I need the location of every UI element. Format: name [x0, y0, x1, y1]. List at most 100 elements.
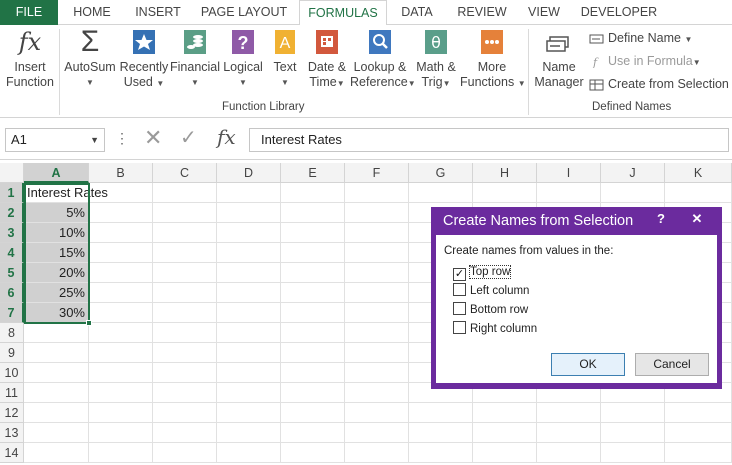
cell-d12[interactable] — [217, 403, 281, 423]
cell-b8[interactable] — [89, 323, 153, 343]
cell-a3[interactable]: 10% — [24, 223, 89, 243]
create-from-selection-button[interactable]: Create from Selection — [589, 74, 729, 94]
cell-a2[interactable]: 5% — [24, 203, 89, 223]
cell-f2[interactable] — [345, 203, 409, 223]
tab-file[interactable]: FILE — [0, 0, 58, 25]
cell-e12[interactable] — [281, 403, 345, 423]
cell-c3[interactable] — [153, 223, 217, 243]
column-header-k[interactable]: K — [665, 163, 732, 183]
cell-f7[interactable] — [345, 303, 409, 323]
cell-f10[interactable] — [345, 363, 409, 383]
cell-c4[interactable] — [153, 243, 217, 263]
cell-a6[interactable]: 25% — [24, 283, 89, 303]
cell-e7[interactable] — [281, 303, 345, 323]
cell-e5[interactable] — [281, 263, 345, 283]
cell-k13[interactable] — [665, 423, 732, 443]
checkbox-icon[interactable] — [453, 283, 466, 296]
cell-a8[interactable] — [24, 323, 89, 343]
cell-d1[interactable] — [217, 183, 281, 203]
cancel-icon[interactable]: ✕ — [144, 125, 162, 151]
cell-a9[interactable] — [24, 343, 89, 363]
column-header-a[interactable]: A — [24, 163, 89, 183]
text-button[interactable]: A Text ▼ — [267, 27, 303, 90]
cell-g12[interactable] — [409, 403, 473, 423]
cell-j14[interactable] — [601, 443, 665, 463]
column-header-d[interactable]: D — [217, 163, 281, 183]
cell-d5[interactable] — [217, 263, 281, 283]
autosum-button[interactable]: Σ AutoSum ▼ — [63, 27, 117, 90]
cell-c12[interactable] — [153, 403, 217, 423]
column-header-c[interactable]: C — [153, 163, 217, 183]
cell-c5[interactable] — [153, 263, 217, 283]
right-column-checkbox[interactable]: Right column — [453, 321, 537, 337]
use-in-formula-button[interactable]: f Use in Formula▼ — [589, 51, 701, 71]
cell-b14[interactable] — [89, 443, 153, 463]
tab-data[interactable]: DATA — [391, 0, 443, 25]
cell-e2[interactable] — [281, 203, 345, 223]
cell-k12[interactable] — [665, 403, 732, 423]
tab-formulas[interactable]: FORMULAS — [299, 0, 387, 26]
math-trig-button[interactable]: θ Math & Trig▼ — [412, 27, 460, 91]
tab-developer[interactable]: DEVELOPER — [576, 0, 662, 25]
cell-a7[interactable]: 30% — [24, 303, 89, 323]
cell-j1[interactable] — [601, 183, 665, 203]
cell-d10[interactable] — [217, 363, 281, 383]
column-header-h[interactable]: H — [473, 163, 537, 183]
cell-b12[interactable] — [89, 403, 153, 423]
cell-a11[interactable] — [24, 383, 89, 403]
cell-d3[interactable] — [217, 223, 281, 243]
cell-b13[interactable] — [89, 423, 153, 443]
cell-c11[interactable] — [153, 383, 217, 403]
tab-page-layout[interactable]: PAGE LAYOUT — [194, 0, 294, 25]
cell-c13[interactable] — [153, 423, 217, 443]
ok-button[interactable]: OK — [551, 353, 625, 376]
cell-c2[interactable] — [153, 203, 217, 223]
row-header-13[interactable]: 13 — [0, 423, 24, 443]
cell-b3[interactable] — [89, 223, 153, 243]
cell-a5[interactable]: 20% — [24, 263, 89, 283]
close-icon[interactable]: ✕ — [678, 210, 716, 228]
column-header-g[interactable]: G — [409, 163, 473, 183]
cell-b7[interactable] — [89, 303, 153, 323]
chevron-down-icon[interactable]: ▼ — [90, 129, 99, 151]
insert-function-icon[interactable]: fx — [217, 125, 236, 149]
cell-c14[interactable] — [153, 443, 217, 463]
cell-e10[interactable] — [281, 363, 345, 383]
cell-h12[interactable] — [473, 403, 537, 423]
cell-f1[interactable] — [345, 183, 409, 203]
cell-b10[interactable] — [89, 363, 153, 383]
checkbox-icon[interactable] — [453, 321, 466, 334]
cell-j12[interactable] — [601, 403, 665, 423]
cell-d11[interactable] — [217, 383, 281, 403]
cell-b4[interactable] — [89, 243, 153, 263]
define-name-button[interactable]: Define Name ▼ — [589, 28, 692, 48]
cell-h13[interactable] — [473, 423, 537, 443]
cell-j13[interactable] — [601, 423, 665, 443]
row-header-6[interactable]: 6 — [0, 283, 24, 303]
cell-a10[interactable] — [24, 363, 89, 383]
cell-e3[interactable] — [281, 223, 345, 243]
cell-b9[interactable] — [89, 343, 153, 363]
vertical-dots-icon[interactable]: ⋮ — [115, 130, 129, 147]
cell-i14[interactable] — [537, 443, 601, 463]
row-header-8[interactable]: 8 — [0, 323, 24, 343]
cell-e9[interactable] — [281, 343, 345, 363]
cell-d4[interactable] — [217, 243, 281, 263]
cell-a1[interactable]: Interest Rates — [24, 183, 108, 203]
cell-c1[interactable] — [153, 183, 217, 203]
cell-e14[interactable] — [281, 443, 345, 463]
row-header-12[interactable]: 12 — [0, 403, 24, 423]
cell-f11[interactable] — [345, 383, 409, 403]
cell-f5[interactable] — [345, 263, 409, 283]
select-all-corner[interactable] — [0, 163, 24, 183]
row-header-3[interactable]: 3 — [0, 223, 24, 243]
cell-c6[interactable] — [153, 283, 217, 303]
cell-d2[interactable] — [217, 203, 281, 223]
logical-button[interactable]: ? Logical ▼ — [221, 27, 265, 90]
cell-b11[interactable] — [89, 383, 153, 403]
cell-f12[interactable] — [345, 403, 409, 423]
row-header-9[interactable]: 9 — [0, 343, 24, 363]
cell-c9[interactable] — [153, 343, 217, 363]
row-header-11[interactable]: 11 — [0, 383, 24, 403]
help-icon[interactable]: ? — [648, 210, 674, 228]
